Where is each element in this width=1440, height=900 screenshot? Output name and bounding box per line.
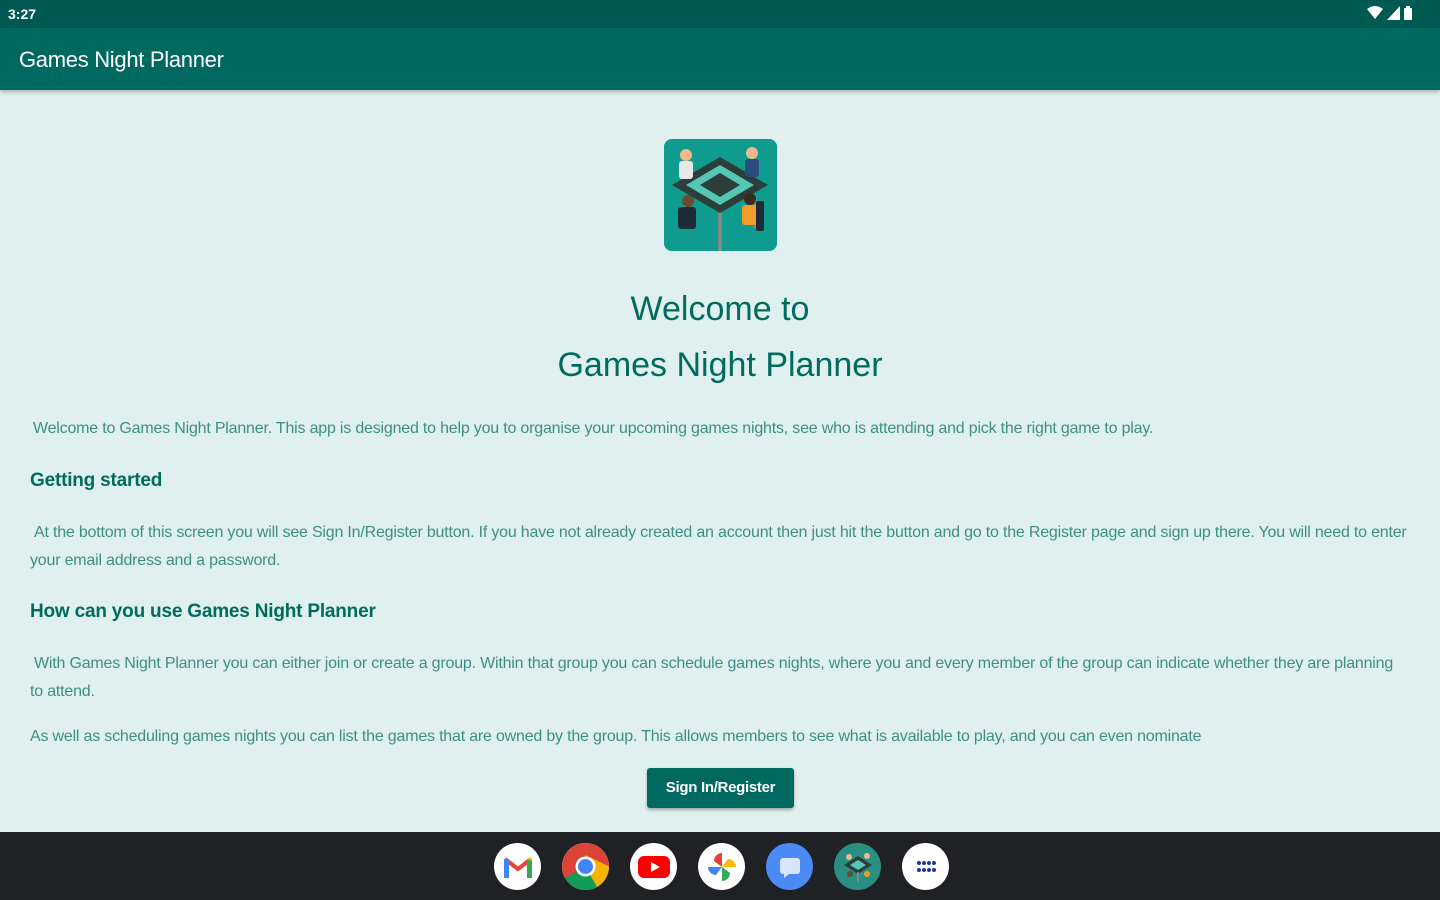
how-to-use-paragraph-2: As well as scheduling games nights you c… (30, 728, 1202, 745)
status-time: 3:27 (8, 6, 37, 22)
app-dock (494, 843, 949, 890)
gmail-icon[interactable] (494, 843, 541, 890)
app-logo (664, 139, 777, 251)
battery-icon (1404, 6, 1412, 20)
app-drawer-icon[interactable] (902, 843, 949, 890)
sign-in-register-button[interactable]: Sign In/Register (647, 768, 794, 808)
intro-paragraph: Welcome to Games Night Planner. This app… (33, 420, 1154, 437)
games-night-planner-icon[interactable] (834, 843, 881, 890)
main-content[interactable]: Welcome to Games Night Planner Welcome t… (0, 90, 1440, 832)
taskbar (0, 832, 1440, 900)
app-bar: Games Night Planner (0, 28, 1440, 90)
youtube-icon[interactable] (630, 843, 677, 890)
section-heading-getting-started: Getting started (30, 470, 163, 491)
wifi-icon (1367, 6, 1383, 19)
messages-icon[interactable] (766, 843, 813, 890)
app-title: Games Night Planner (19, 47, 224, 72)
getting-started-paragraph: At the bottom of this screen you will se… (30, 524, 1407, 569)
how-to-use-paragraph-1: With Games Night Planner you can either … (30, 655, 1394, 700)
chrome-icon[interactable] (562, 843, 609, 890)
section-heading-how-to-use: How can you use Games Night Planner (30, 601, 376, 622)
photos-icon[interactable] (698, 843, 745, 890)
signal-icon (1387, 6, 1400, 20)
welcome-heading-line-2: Games Night Planner (557, 346, 883, 384)
welcome-heading-line-1: Welcome to (630, 290, 810, 328)
status-bar: 3:27 (0, 0, 1440, 28)
status-icons (1367, 6, 1412, 20)
